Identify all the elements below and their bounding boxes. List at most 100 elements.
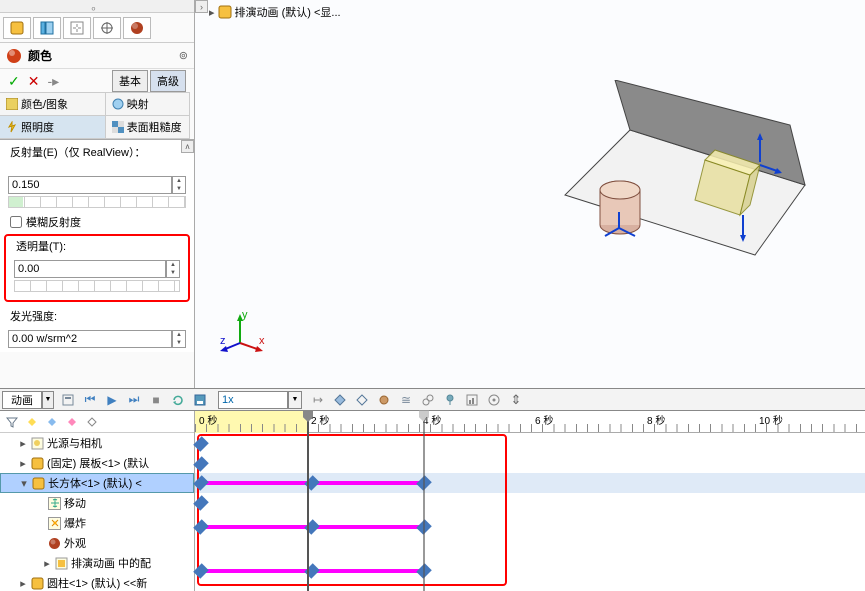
tree-fixed-board[interactable]: ▸ (固定) 展板<1> (默认 [0, 453, 194, 473]
settings-icon[interactable] [486, 392, 502, 408]
reflection-input[interactable] [8, 176, 172, 194]
expand-icon[interactable]: ▸ [209, 6, 215, 19]
tree-move[interactable]: 移动 [0, 493, 194, 513]
expand-icon[interactable]: ▸ [18, 577, 28, 590]
part-icon [31, 457, 44, 470]
transparency-spinner[interactable]: ▲▼ [166, 260, 180, 278]
tree-explode[interactable]: 爆炸 [0, 513, 194, 533]
dropdown-icon[interactable]: ∘ [90, 2, 98, 10]
ok-cancel-row: ✓ ✕ -▸ 基本 高级 [0, 69, 194, 93]
part-icon [31, 577, 44, 590]
luminous-row: ▲▼ [8, 330, 186, 348]
luminous-input[interactable] [8, 330, 172, 348]
config-manager-tab[interactable] [63, 17, 91, 39]
advanced-button[interactable]: 高级 [150, 70, 186, 92]
view-triad[interactable]: y x z [215, 308, 265, 358]
transparency-highlight-box: 透明量(T): ▲▼ [4, 234, 190, 302]
tree-label: (固定) 展板<1> (默认 [47, 455, 149, 471]
filter-anim-icon[interactable] [24, 414, 40, 430]
blur-reflection-checkbox[interactable] [10, 216, 22, 228]
tree-filter-toolbar [0, 411, 194, 433]
playback-speed[interactable]: 1x [218, 391, 288, 409]
roughness-tab[interactable]: 表面粗糙度 [105, 115, 190, 139]
svg-text:x: x [259, 335, 265, 347]
filter-icon[interactable] [4, 414, 20, 430]
save-anim-icon[interactable] [192, 392, 208, 408]
mapping-tab[interactable]: 映射 [105, 92, 190, 116]
tree-cuboid[interactable]: ▾ 长方体<1> (默认) < [0, 473, 194, 493]
reflection-slider[interactable] [8, 196, 186, 208]
basic-button[interactable]: 基本 [112, 70, 148, 92]
color-sphere-icon [6, 48, 22, 64]
end-marker[interactable] [423, 411, 425, 591]
ok-button[interactable]: ✓ [8, 73, 20, 90]
anim-wizard-icon[interactable]: ↦ [310, 392, 326, 408]
playhead[interactable] [307, 411, 309, 591]
checker-icon [112, 121, 124, 133]
loop-icon[interactable] [170, 392, 186, 408]
study-type-dropdown[interactable]: ▼ [42, 391, 54, 409]
expand-icon[interactable]: ▸ [42, 557, 52, 570]
config-icon [55, 557, 68, 570]
gravity-icon[interactable] [442, 392, 458, 408]
spring-icon[interactable]: ≅ [398, 392, 414, 408]
color-image-tab[interactable]: 颜色/图象 [0, 92, 106, 116]
tab-label: 表面粗糙度 [127, 119, 182, 135]
reflection-row: ▲▼ [8, 176, 186, 194]
config-tree-flyout[interactable]: ▸ 排演动画 (默认) <显... [209, 4, 341, 20]
reflection-spinner[interactable]: ▲▼ [172, 176, 186, 194]
timeline-tracks[interactable]: 0 秒 2 秒 4 秒 6 秒 8 秒 10 秒 [195, 411, 865, 591]
timeline-ruler[interactable]: 0 秒 2 秒 4 秒 6 秒 8 秒 10 秒 [195, 411, 865, 433]
expand-icon[interactable]: ▸ [18, 437, 28, 450]
dimxpert-tab[interactable] [93, 17, 121, 39]
tree-lights-cameras[interactable]: ▸ 光源与相机 [0, 433, 194, 453]
graphics-viewport[interactable]: › ▸ 排演动画 (默认) <显... y x z [195, 0, 865, 388]
contact-icon[interactable] [420, 392, 436, 408]
transparency-slider[interactable] [14, 280, 180, 292]
illumination-tab[interactable]: 照明度 [0, 115, 106, 139]
property-manager-tab[interactable] [33, 17, 61, 39]
blur-reflection-label: 模糊反射度 [26, 214, 81, 230]
play-start-icon[interactable]: ⏮ [82, 392, 98, 408]
tree-label: 排演动画 中的配 [71, 555, 151, 571]
tree-config-anim[interactable]: ▸ 排演动画 中的配 [0, 553, 194, 573]
manager-tabs [0, 13, 194, 43]
cancel-button[interactable]: ✕ [28, 73, 40, 90]
luminous-spinner[interactable]: ▲▼ [172, 330, 186, 348]
feature-manager-tab[interactable] [3, 17, 31, 39]
add-key-icon[interactable] [354, 392, 370, 408]
expand-icon[interactable]: ▸ [18, 457, 28, 470]
config-label: 排演动画 (默认) <显... [235, 4, 341, 20]
speed-dropdown[interactable]: ▼ [288, 391, 302, 409]
appearance-sub-tabs: 颜色/图象 映射 照明度 表面粗糙度 [0, 93, 194, 140]
collapse-icon[interactable]: ⇕ [508, 392, 524, 408]
palette-icon [6, 98, 18, 110]
tree-appearance[interactable]: 外观 [0, 533, 194, 553]
preview-icon[interactable]: -▸ [47, 73, 59, 90]
collapse-icon[interactable]: ▾ [19, 477, 29, 490]
pin-icon[interactable]: ⊚ [179, 49, 188, 62]
filter-selected-icon[interactable] [64, 414, 80, 430]
autokey-icon[interactable] [332, 392, 348, 408]
model-3d[interactable] [555, 80, 815, 270]
stop-icon[interactable]: ■ [148, 392, 164, 408]
bulb-icon [6, 121, 18, 133]
filter-results-icon[interactable] [84, 414, 100, 430]
transparency-input[interactable] [14, 260, 166, 278]
scroll-up-button[interactable]: ʌ [181, 140, 194, 153]
play-icon[interactable]: ▶ [104, 392, 120, 408]
calculate-icon[interactable] [60, 392, 76, 408]
filter-driven-icon[interactable] [44, 414, 60, 430]
motion-study-toolbar: 动画 ▼ ⏮ ▶ ⏭ ■ 1x ▼ ↦ ≅ ⇕ [0, 388, 865, 411]
results-icon[interactable] [464, 392, 480, 408]
flyout-toggle-button[interactable]: › [195, 0, 208, 13]
move-icon [48, 497, 61, 510]
tree-cylinder[interactable]: ▸ 圆柱<1> (默认) <<新 [0, 573, 194, 591]
appearance-tab[interactable] [123, 17, 151, 39]
play-end-icon[interactable]: ⏭ [126, 392, 142, 408]
lights-icon [31, 437, 44, 450]
motor-icon[interactable] [376, 392, 392, 408]
panel-title: 颜色 [28, 47, 52, 64]
reflection-label: 反射量(E)（仅 RealView）： [0, 140, 194, 164]
tree-label: 光源与相机 [47, 435, 102, 451]
